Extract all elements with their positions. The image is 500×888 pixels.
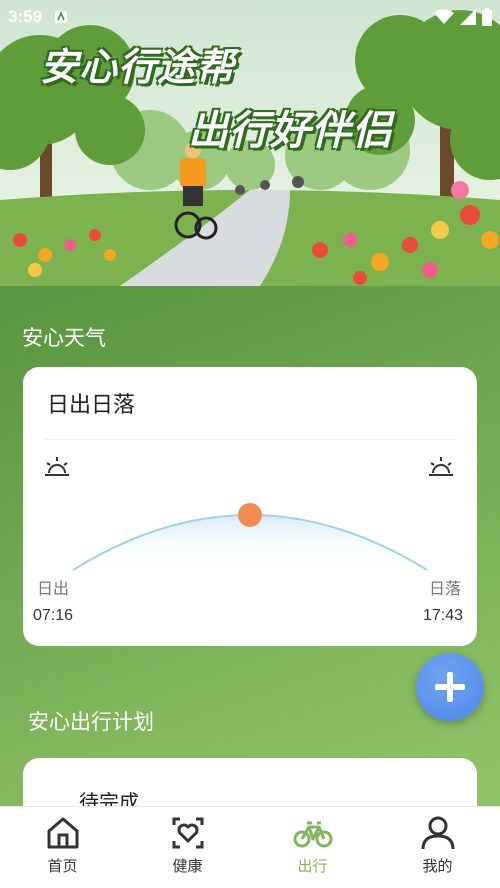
status-time: 3:59 (8, 7, 43, 26)
nav-item-home[interactable]: 首页 (0, 807, 125, 888)
sunrise-sunset-card[interactable]: 日出日落 日出 日落 07:16 17:43 (23, 367, 477, 646)
health-icon (172, 817, 203, 849)
bike-icon (293, 821, 332, 848)
banner-image: 安心行途帮 出行好伴侣 (0, 0, 500, 286)
sun-card-title: 日出日落 (47, 393, 136, 418)
sun-position-marker (238, 503, 262, 527)
sun-arc-chart (72, 503, 428, 571)
nav-label-health: 健康 (172, 857, 203, 875)
sunrise-label: 日出 (37, 579, 70, 598)
divider (43, 439, 457, 440)
plan-section-title: 安心出行计划 (28, 710, 154, 734)
wifi-icon (434, 9, 454, 24)
nav-label-home: 首页 (47, 857, 78, 875)
add-plan-button[interactable] (416, 653, 484, 721)
sunrise-icon (45, 457, 69, 476)
status-bar: 3:59 (0, 0, 500, 34)
battery-icon (482, 8, 492, 26)
sunset-time: 17:43 (423, 607, 464, 624)
sunset-icon (429, 457, 453, 476)
nav-label-profile: 我的 (422, 857, 453, 875)
home-icon (47, 817, 78, 849)
banner-title-line1: 安心行途帮 (40, 45, 236, 89)
profile-icon (421, 816, 454, 850)
nav-item-health[interactable]: 健康 (125, 807, 250, 888)
nav-item-profile[interactable]: 我的 (375, 807, 500, 888)
notification-icon (55, 10, 68, 23)
sunset-label: 日落 (429, 579, 462, 598)
banner-title-line2: 出行好伴侣 (188, 108, 393, 154)
sunrise-time: 07:16 (33, 607, 74, 624)
nav-item-travel[interactable]: 出行 (250, 807, 375, 888)
weather-section-title: 安心天气 (22, 326, 106, 350)
signal-icon (460, 9, 476, 25)
bottom-nav: 首页 健康 出行 我的 (0, 806, 500, 888)
nav-label-travel: 出行 (297, 857, 328, 875)
plus-icon (435, 672, 465, 702)
